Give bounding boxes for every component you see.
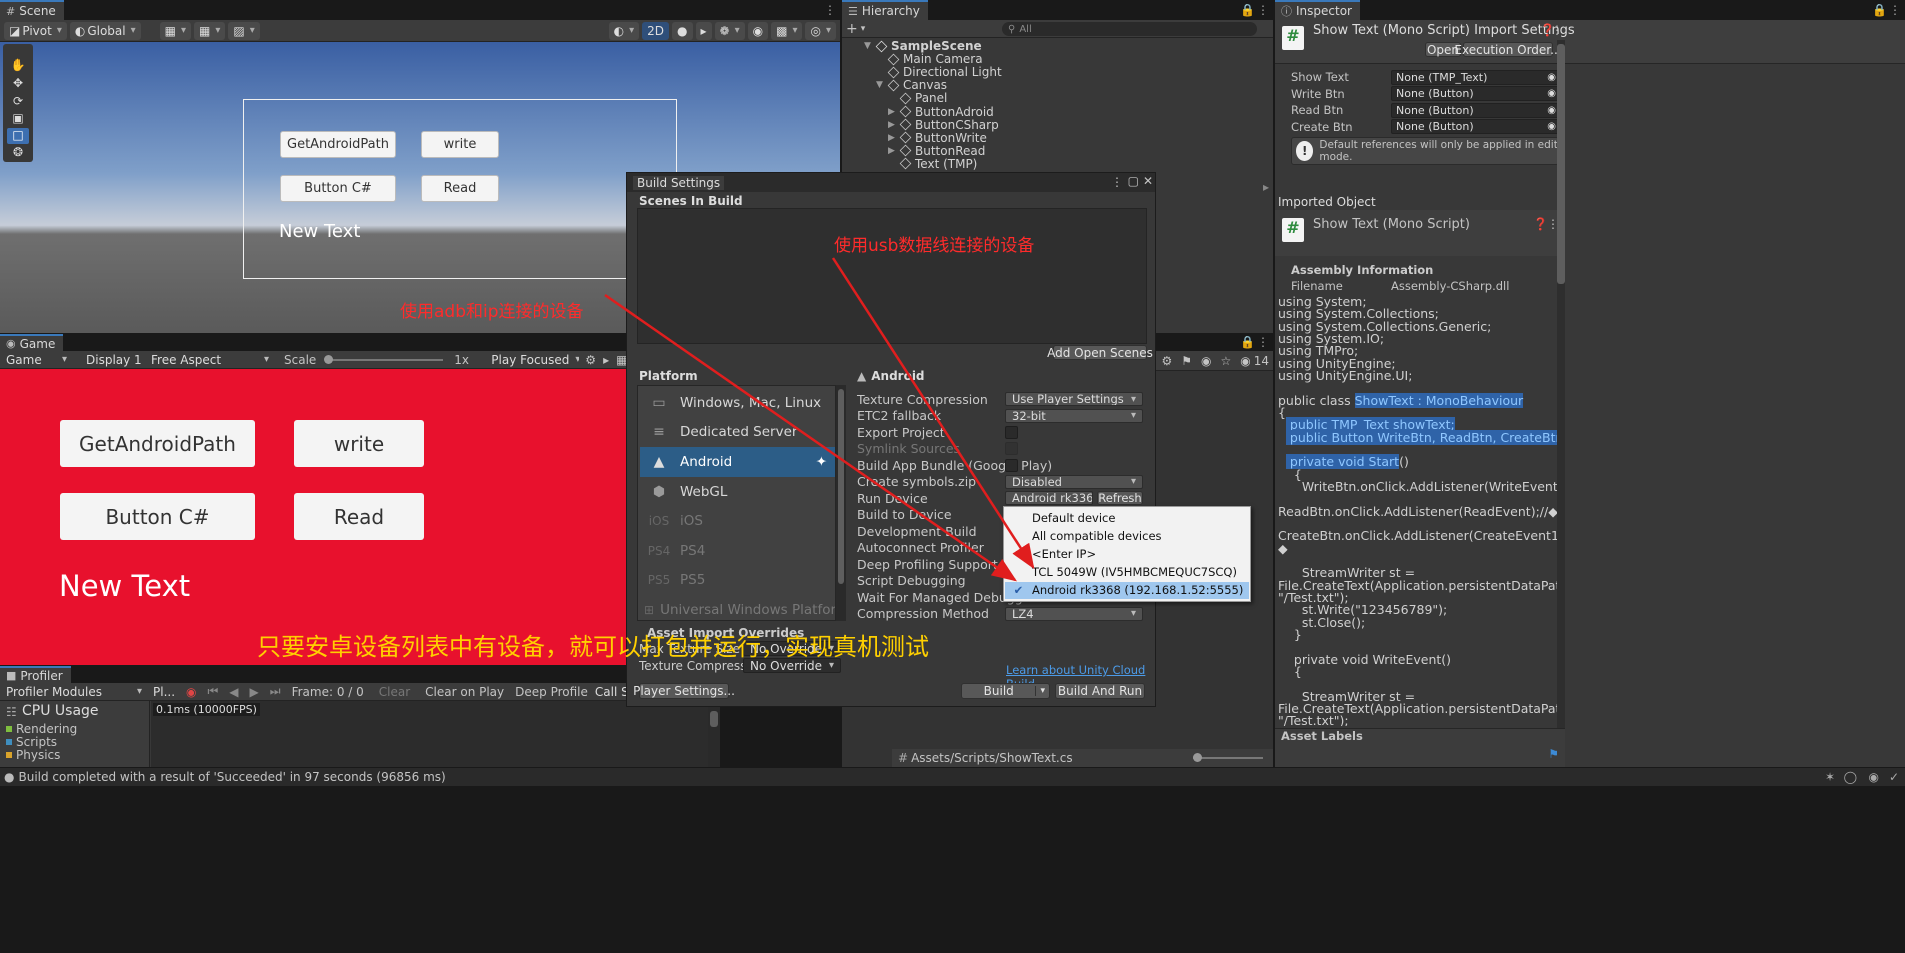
status-text[interactable]: Build completed with a result of 'Succee… xyxy=(18,770,445,784)
usb-annotation: 使用usb数据线连接的设备 xyxy=(834,236,1035,256)
usb-arrow xyxy=(831,257,1035,570)
progress-icon[interactable]: ◯ xyxy=(1844,770,1857,784)
check-icon[interactable]: ✓ xyxy=(1889,770,1899,784)
bug-icon[interactable]: ✶ xyxy=(1825,770,1835,784)
adb-annotation: 使用adb和ip连接的设备 xyxy=(400,302,584,322)
info-dot-icon: ● xyxy=(4,770,15,784)
status-bar: ● Build completed with a result of 'Succ… xyxy=(0,768,1905,953)
bottom-annotation: 只要安卓设备列表中有设备，就可以打包并运行，实现真机测试 xyxy=(257,633,929,661)
status-strip: ● Build completed with a result of 'Succ… xyxy=(0,768,1905,786)
cache-icon[interactable]: ◉ xyxy=(1869,770,1879,784)
adb-arrow xyxy=(604,293,1018,582)
